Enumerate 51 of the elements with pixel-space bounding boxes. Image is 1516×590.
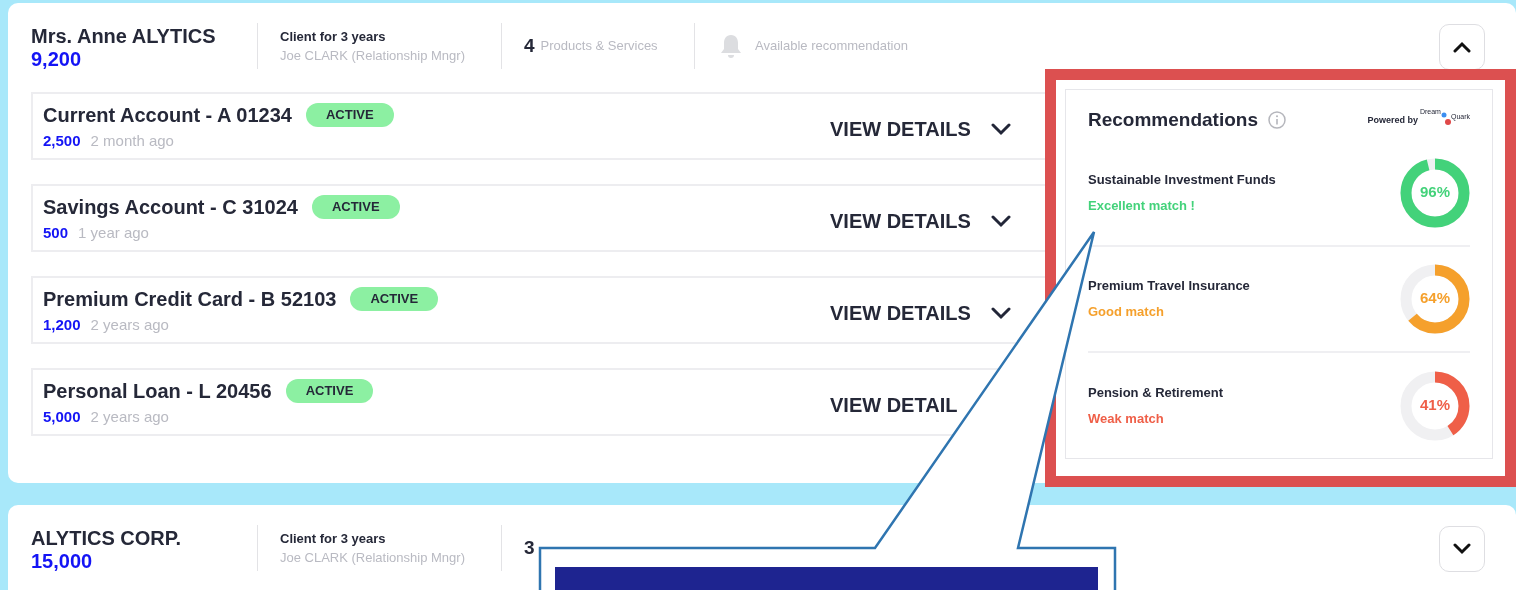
product-age: 2 years ago bbox=[90, 407, 169, 427]
client-name: ALYTICS CORP. bbox=[31, 526, 183, 550]
match-percent: 64% bbox=[1419, 288, 1451, 309]
client-balance: 9,200 bbox=[31, 48, 83, 70]
view-details-link[interactable]: VIEW DETAIL bbox=[830, 390, 958, 420]
match-percent: 96% bbox=[1419, 182, 1451, 203]
match-percent: 41% bbox=[1419, 395, 1451, 416]
view-details-link[interactable]: VIEW DETAILS bbox=[830, 298, 971, 328]
products-count: 3 bbox=[524, 535, 535, 560]
product-title: Current Account - A 01234 bbox=[43, 103, 292, 128]
match-label: Excellent match ! bbox=[1088, 196, 1196, 215]
chevron-down-icon[interactable] bbox=[1453, 543, 1471, 555]
product-balance: 500 bbox=[43, 223, 69, 243]
product-balance: 2,500 bbox=[43, 131, 81, 151]
recommendations-title: Recommendations bbox=[1088, 108, 1258, 132]
products-label: Products & Services bbox=[540, 37, 658, 56]
collapse-button[interactable] bbox=[1439, 24, 1485, 70]
client-balance: 15,000 bbox=[31, 550, 94, 572]
status-badge: ACTIVE bbox=[285, 379, 374, 403]
status-badge: ACTIVE bbox=[350, 287, 439, 311]
powered-by-label: Powered by bbox=[1367, 113, 1418, 127]
product-age: 2 month ago bbox=[90, 131, 174, 151]
client-tenure: Client for 3 years bbox=[280, 27, 387, 46]
product-age: 1 year ago bbox=[78, 223, 149, 243]
product-age: 2 years ago bbox=[90, 315, 169, 335]
recommendation-name: Pension & Retirement bbox=[1088, 384, 1225, 402]
product-title: Savings Account - C 31024 bbox=[43, 195, 298, 220]
logo-dots-icon bbox=[1440, 112, 1451, 127]
client-name: Mrs. Anne ALYTICS bbox=[31, 24, 217, 48]
products-count: 4 bbox=[524, 33, 535, 58]
chevron-down-icon[interactable] bbox=[990, 122, 1011, 136]
match-label: Good match bbox=[1088, 302, 1165, 321]
status-badge: ACTIVE bbox=[305, 103, 394, 127]
product-balance: 5,000 bbox=[43, 407, 81, 427]
chevron-up-icon[interactable] bbox=[1453, 41, 1471, 53]
chevron-down-icon[interactable] bbox=[990, 214, 1011, 228]
recommendation-label: Available recommendation bbox=[755, 37, 908, 56]
match-label: Weak match bbox=[1088, 409, 1165, 428]
recommendation-name: Premium Travel Insurance bbox=[1088, 277, 1251, 295]
status-badge: ACTIVE bbox=[311, 195, 400, 219]
view-details-link[interactable]: VIEW DETAILS bbox=[830, 206, 971, 236]
expand-button[interactable] bbox=[1439, 526, 1485, 572]
product-balance: 1,200 bbox=[43, 315, 81, 335]
client-tenure: Client for 3 years bbox=[280, 529, 387, 548]
recommendation-name: Sustainable Investment Funds bbox=[1088, 171, 1277, 189]
relationship-manager: Joe CLARK (Relationship Mngr) bbox=[280, 549, 466, 567]
view-details-link[interactable]: VIEW DETAILS bbox=[830, 114, 971, 144]
chevron-down-icon[interactable] bbox=[990, 306, 1011, 320]
product-title: Personal Loan - L 20456 bbox=[43, 379, 272, 404]
product-title: Premium Credit Card - B 52103 bbox=[43, 287, 337, 312]
relationship-manager: Joe CLARK (Relationship Mngr) bbox=[280, 47, 466, 65]
